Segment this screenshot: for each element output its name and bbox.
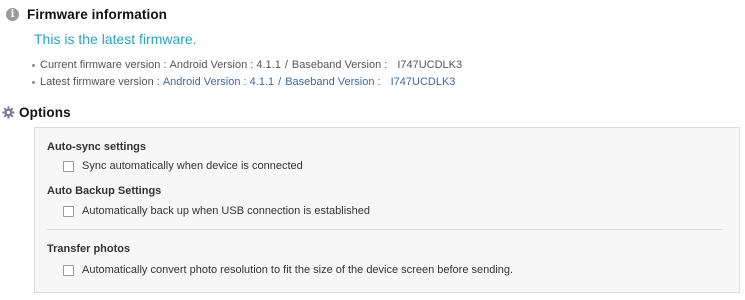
current-firmware-item: Current firmware version : Android Versi…	[32, 57, 462, 73]
auto-sync-title: Auto-sync settings	[47, 141, 147, 153]
auto-sync-label[interactable]: Sync automatically when device is connec…	[82, 160, 303, 172]
divider	[47, 229, 723, 230]
auto-backup-checkbox[interactable]	[63, 205, 74, 217]
latest-separator: /	[278, 76, 282, 88]
options-panel: Auto-sync settings Sync automatically wh…	[34, 127, 740, 293]
firmware-version-list: Current firmware version : Android Versi…	[32, 57, 462, 91]
gear-icon	[2, 105, 15, 119]
current-baseband-label: Baseband Version :	[291, 59, 388, 71]
auto-sync-option[interactable]: Sync automatically when device is connec…	[63, 160, 303, 172]
transfer-photos-title: Transfer photos	[47, 243, 131, 255]
auto-backup-label[interactable]: Automatically back up when USB connectio…	[82, 205, 370, 217]
latest-firmware-label: Latest firmware version :	[40, 76, 160, 88]
latest-build: I747UCDLK3	[390, 76, 456, 88]
latest-firmware-item: Latest firmware version : Android Versio…	[32, 74, 462, 90]
options-section-title: Options	[19, 104, 71, 120]
firmware-section-title: Firmware information	[27, 6, 168, 22]
transfer-photos-label[interactable]: Automatically convert photo resolution t…	[82, 264, 513, 276]
info-icon: i	[6, 7, 19, 21]
current-build: I747UCDLK3	[397, 59, 463, 71]
firmware-status-message: This is the latest firmware.	[34, 31, 197, 47]
transfer-photos-checkbox[interactable]	[63, 264, 74, 276]
transfer-photos-option[interactable]: Automatically convert photo resolution t…	[63, 264, 513, 276]
bullet	[32, 80, 35, 84]
auto-backup-title: Auto Backup Settings	[47, 185, 162, 197]
latest-baseband-label: Baseband Version :	[285, 76, 381, 88]
current-android-version: Android Version : 4.1.1	[169, 59, 281, 71]
bullet	[32, 63, 35, 67]
options-header: Options	[2, 103, 71, 121]
auto-sync-checkbox[interactable]	[63, 160, 74, 172]
latest-android-version: Android Version : 4.1.1	[162, 76, 275, 88]
current-separator: /	[284, 59, 288, 71]
current-firmware-label: Current firmware version :	[40, 59, 167, 71]
auto-backup-option[interactable]: Automatically back up when USB connectio…	[63, 205, 370, 217]
firmware-header: i Firmware information	[6, 4, 167, 24]
